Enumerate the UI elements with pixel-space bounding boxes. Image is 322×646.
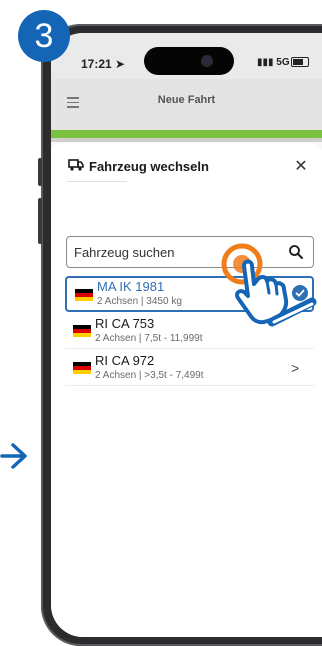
german-flag-icon	[75, 289, 93, 301]
divider	[67, 181, 127, 182]
status-time: 17:21 ➤	[81, 57, 126, 71]
german-flag-icon	[73, 325, 91, 337]
green-accent-strip	[51, 130, 322, 138]
side-button	[38, 158, 42, 186]
dimmed-background	[51, 138, 322, 142]
side-button	[38, 198, 42, 244]
close-button[interactable]: ✕	[291, 157, 311, 177]
vehicle-plate: RI CA 753	[95, 316, 155, 331]
vehicle-plate: MA IK 1981	[97, 279, 165, 294]
search-placeholder: Fahrzeug suchen	[74, 245, 175, 260]
app-title: Neue Fahrt	[157, 94, 216, 106]
vehicle-switch-sheet: Fahrzeug wechseln ✕ Fahrzeug suchen MA I…	[51, 143, 322, 637]
vehicle-row[interactable]: RI CA 972 2 Achsen | >3,5t - 7,499t >	[65, 351, 314, 386]
step-number-badge: 3	[18, 10, 70, 62]
vehicle-details: 2 Achsen | 7,5t - 11,999t	[95, 333, 203, 344]
german-flag-icon	[73, 362, 91, 374]
close-icon: ✕	[294, 158, 308, 175]
tap-hand-icon	[221, 243, 317, 327]
app-header: Neue Fahrt	[51, 79, 322, 135]
vehicle-plate: RI CA 972	[95, 353, 155, 368]
phone-screen: 17:21 ➤ ▮▮▮ 5G Neue Fahrt Fahrzeug wechs…	[51, 33, 322, 637]
signal-icon: ▮▮▮	[257, 57, 274, 68]
vehicle-details: 2 Achsen | >3,5t - 7,499t	[95, 370, 204, 381]
arrow-right-icon	[0, 443, 27, 469]
status-bar: 17:21 ➤ ▮▮▮ 5G	[51, 33, 322, 79]
network-indicator: ▮▮▮ 5G	[257, 57, 290, 68]
truck-icon	[68, 159, 84, 171]
battery-icon	[291, 57, 309, 67]
vehicle-details: 2 Achsen | 3450 kg	[97, 296, 182, 307]
chevron-right-icon: >	[291, 360, 300, 376]
sheet-header: Fahrzeug wechseln ✕	[51, 143, 322, 187]
dynamic-island	[144, 47, 234, 75]
sheet-title: Fahrzeug wechseln	[89, 159, 209, 174]
